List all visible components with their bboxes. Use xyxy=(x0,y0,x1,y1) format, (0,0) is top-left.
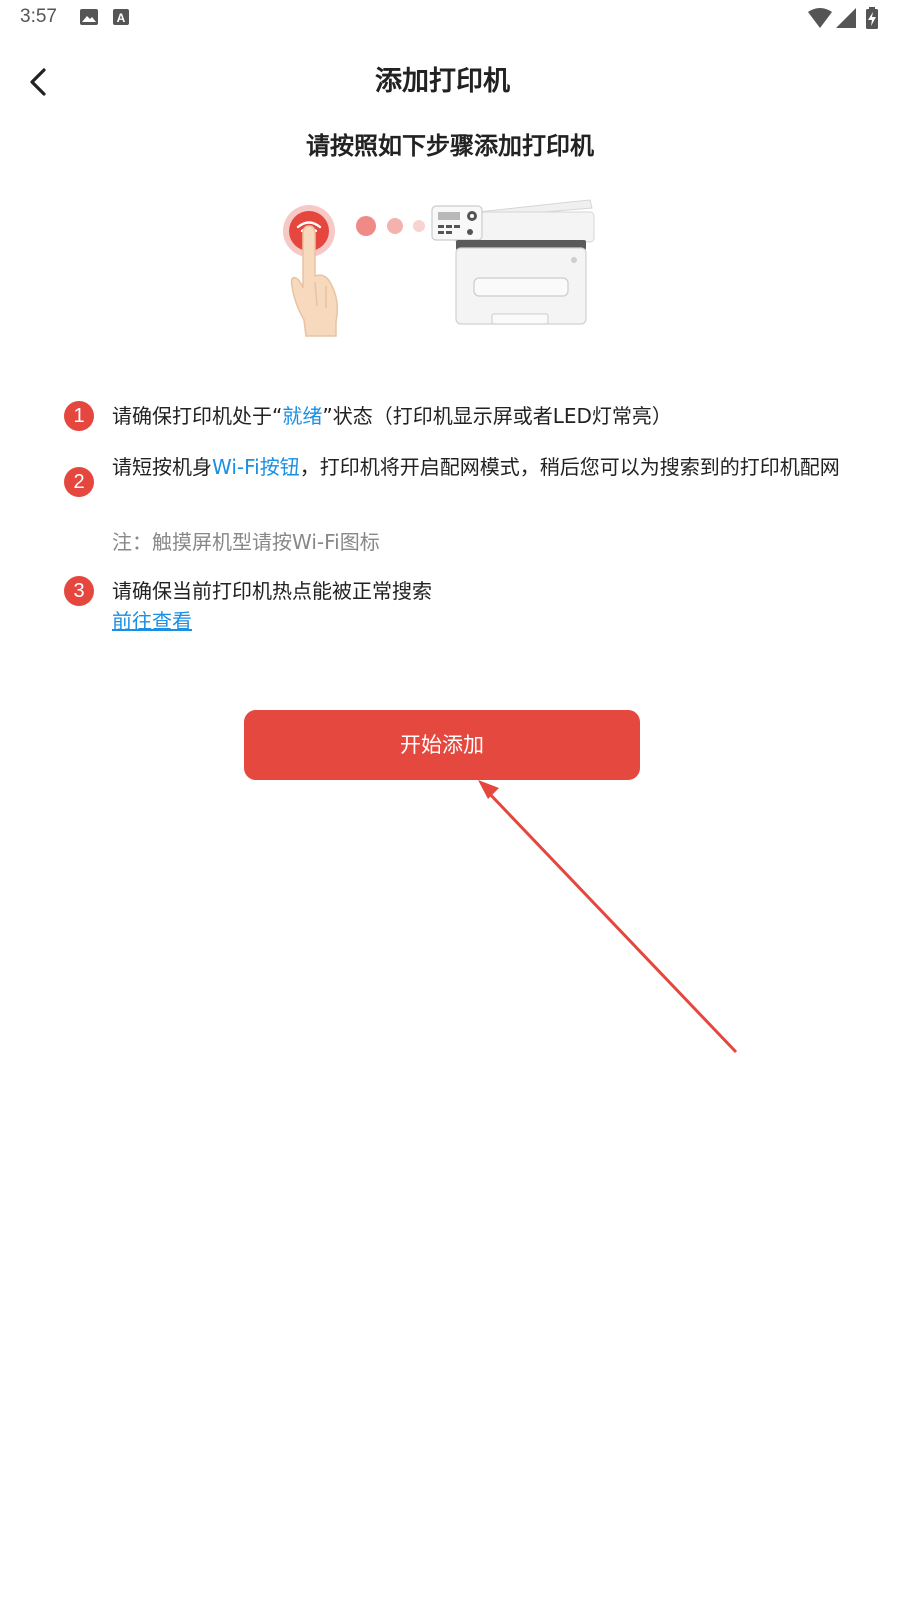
step-1-highlight: 就绪 xyxy=(282,404,323,428)
add-printer-illustration xyxy=(283,199,595,337)
step-2-text-after: ，打印机将开启配网模式，稍后您可以为搜索到的打印机配网 xyxy=(299,455,840,479)
step-number-badge: 2 xyxy=(64,467,94,497)
step-1-text: 请确保打印机处于“就绪”状态（打印机显示屏或者LED灯常亮） xyxy=(112,401,854,431)
step-number-badge: 3 xyxy=(64,576,94,606)
status-bar: 3:57 A xyxy=(0,0,900,36)
start-add-button[interactable]: 开始添加 xyxy=(244,710,640,780)
step-2-note: 注：触摸屏机型请按Wi-Fi图标 xyxy=(112,530,380,554)
svg-text:A: A xyxy=(117,11,126,25)
step-3-text-main: 请确保当前打印机热点能被正常搜索 xyxy=(112,579,432,603)
step-2-text: 请短按机身Wi-Fi按钮，打印机将开启配网模式，稍后您可以为搜索到的打印机配网 xyxy=(112,452,854,482)
finger-press-wifi-icon xyxy=(283,205,339,337)
status-time: 3:57 xyxy=(20,6,57,27)
page-title: 添加打印机 xyxy=(375,66,510,97)
cell-signal-icon xyxy=(836,8,856,28)
printer-icon xyxy=(431,199,595,325)
image-icon xyxy=(80,9,98,25)
instructions-heading: 请按照如下步骤添加打印机 xyxy=(306,132,594,160)
step-3-text: 请确保当前打印机热点能被正常搜索 前往查看 xyxy=(112,576,854,636)
step-number-badge: 1 xyxy=(64,401,94,431)
battery-charging-icon xyxy=(866,7,878,29)
step-1-text-after: ”状态（打印机显示屏或者LED灯常亮） xyxy=(322,404,672,428)
step-2-highlight: Wi-Fi按钮 xyxy=(212,455,300,479)
go-check-link[interactable]: 前往查看 xyxy=(112,609,192,633)
text-a-icon: A xyxy=(113,9,129,25)
status-right-icons xyxy=(808,7,878,29)
step-2-text-before: 请短按机身 xyxy=(112,455,212,479)
step-1-text-before: 请确保打印机处于“ xyxy=(112,404,283,428)
wifi-icon xyxy=(808,8,832,28)
